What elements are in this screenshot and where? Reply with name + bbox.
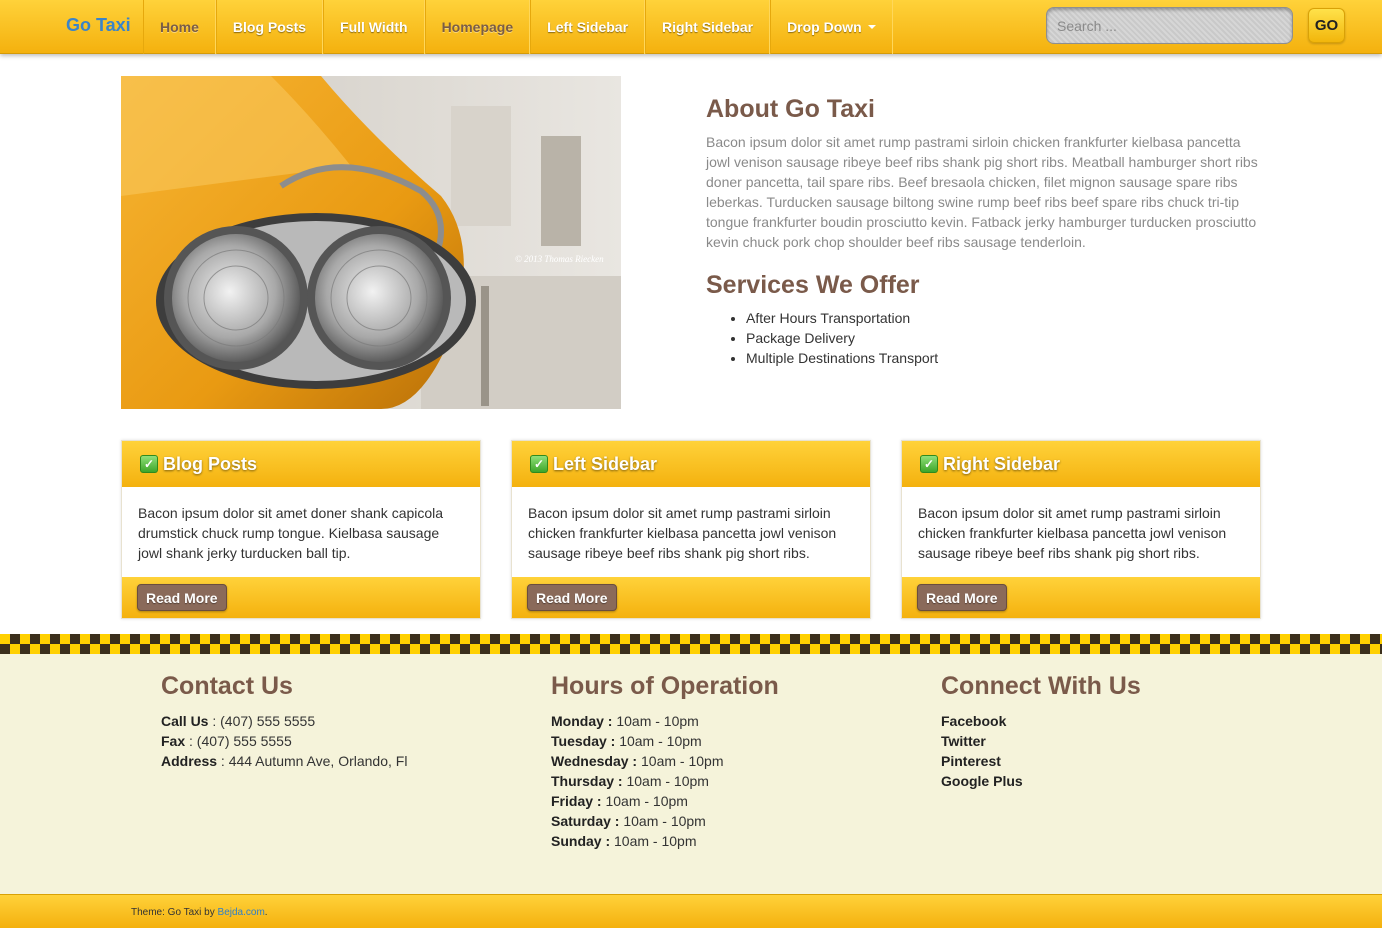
footer-hours: Hours of Operation Monday : 10am - 10pm … <box>551 672 779 851</box>
bottom-bar: Theme: Go Taxi by Bejda.com. <box>0 894 1382 928</box>
contact-line: Address : 444 Autumn Ave, Orlando, Fl <box>161 753 408 769</box>
service-item: Multiple Destinations Transport <box>746 348 938 368</box>
search-input[interactable] <box>1046 7 1293 44</box>
card-header: ✓ Right Sidebar <box>902 441 1260 487</box>
social-link-google-plus[interactable]: Google Plus <box>941 771 1141 791</box>
nav-item-drop-down[interactable]: Drop Down <box>770 0 893 54</box>
contact-line: Call Us : (407) 555 5555 <box>161 713 316 729</box>
card-header: ✓ Left Sidebar <box>512 441 870 487</box>
services-title: Services We Offer <box>706 271 920 299</box>
services-list: After Hours Transportation Package Deliv… <box>746 308 938 368</box>
hours-line: Monday : 10am - 10pm <box>551 713 699 729</box>
footer-connect: Connect With Us Facebook Twitter Pintere… <box>941 672 1141 791</box>
footer: Contact Us Call Us : (407) 555 5555 Fax … <box>0 654 1382 894</box>
footer-contact-title: Contact Us <box>161 672 293 700</box>
checkmark-icon: ✓ <box>140 455 158 473</box>
read-more-button[interactable]: Read More <box>137 584 227 611</box>
footer-hours-title: Hours of Operation <box>551 672 779 700</box>
card-title: Blog Posts <box>163 454 258 474</box>
nav-item-drop-down-label: Drop Down <box>787 19 862 35</box>
top-navbar: Go Taxi Home Blog Posts Full Width Homep… <box>0 0 1382 54</box>
nav-item-blog-posts[interactable]: Blog Posts <box>215 0 324 54</box>
hours-line: Wednesday : 10am - 10pm <box>551 753 724 769</box>
about-title: About Go Taxi <box>706 95 875 123</box>
card-footer: Read More <box>902 577 1260 618</box>
hours-line: Tuesday : 10am - 10pm <box>551 733 702 749</box>
card-left-sidebar: ✓ Left Sidebar Bacon ipsum dolor sit ame… <box>511 440 871 619</box>
read-more-button[interactable]: Read More <box>527 584 617 611</box>
theme-credit: Theme: Go Taxi by Bejda.com. <box>131 907 268 918</box>
main-nav: Home Blog Posts Full Width Homepage Left… <box>143 0 893 54</box>
social-link-twitter[interactable]: Twitter <box>941 731 1141 751</box>
about-text: Bacon ipsum dolor sit amet rump pastrami… <box>706 134 1258 250</box>
caret-down-icon <box>867 25 876 29</box>
footer-connect-title: Connect With Us <box>941 672 1141 700</box>
card-text: Bacon ipsum dolor sit amet rump pastrami… <box>918 505 1227 561</box>
social-link-pinterest[interactable]: Pinterest <box>941 751 1141 771</box>
credit-suffix: . <box>264 907 268 918</box>
checker-divider <box>0 634 1382 654</box>
brand-logo-link[interactable]: Go Taxi <box>66 15 131 36</box>
card-footer: Read More <box>122 577 480 618</box>
card-header: ✓ Blog Posts <box>122 441 480 487</box>
read-more-button[interactable]: Read More <box>917 584 1007 611</box>
image-credit-text: © 2013 Thomas Riecken <box>515 254 604 264</box>
hours-line: Friday : 10am - 10pm <box>551 793 688 809</box>
footer-contact: Contact Us Call Us : (407) 555 5555 Fax … <box>161 672 407 771</box>
checkmark-icon: ✓ <box>530 455 548 473</box>
card-footer: Read More <box>512 577 870 618</box>
hours-line: Sunday : 10am - 10pm <box>551 833 697 849</box>
nav-item-right-sidebar[interactable]: Right Sidebar <box>645 0 771 54</box>
card-text: Bacon ipsum dolor sit amet doner shank c… <box>138 505 444 561</box>
card-right-sidebar: ✓ Right Sidebar Bacon ipsum dolor sit am… <box>901 440 1261 619</box>
card-blog-posts: ✓ Blog Posts Bacon ipsum dolor sit amet … <box>121 440 481 619</box>
service-item: After Hours Transportation <box>746 308 938 328</box>
nav-item-homepage[interactable]: Homepage <box>424 0 531 54</box>
search-go-button[interactable]: GO <box>1308 8 1345 43</box>
credit-link[interactable]: Bejda.com <box>218 907 265 918</box>
checkmark-icon: ✓ <box>920 455 938 473</box>
hours-line: Thursday : 10am - 10pm <box>551 773 709 789</box>
contact-line: Fax : (407) 555 5555 <box>161 733 292 749</box>
credit-prefix: Theme: Go Taxi by <box>131 907 218 918</box>
nav-item-left-sidebar[interactable]: Left Sidebar <box>530 0 646 54</box>
nav-item-full-width[interactable]: Full Width <box>323 0 425 54</box>
social-link-facebook[interactable]: Facebook <box>941 711 1141 731</box>
card-title: Right Sidebar <box>943 454 1061 474</box>
card-title: Left Sidebar <box>553 454 658 474</box>
nav-item-home[interactable]: Home <box>143 0 216 54</box>
hero-taxi-image: © 2013 Thomas Riecken <box>121 76 621 409</box>
card-text: Bacon ipsum dolor sit amet rump pastrami… <box>528 505 837 561</box>
service-item: Package Delivery <box>746 328 938 348</box>
hours-line: Saturday : 10am - 10pm <box>551 813 706 829</box>
